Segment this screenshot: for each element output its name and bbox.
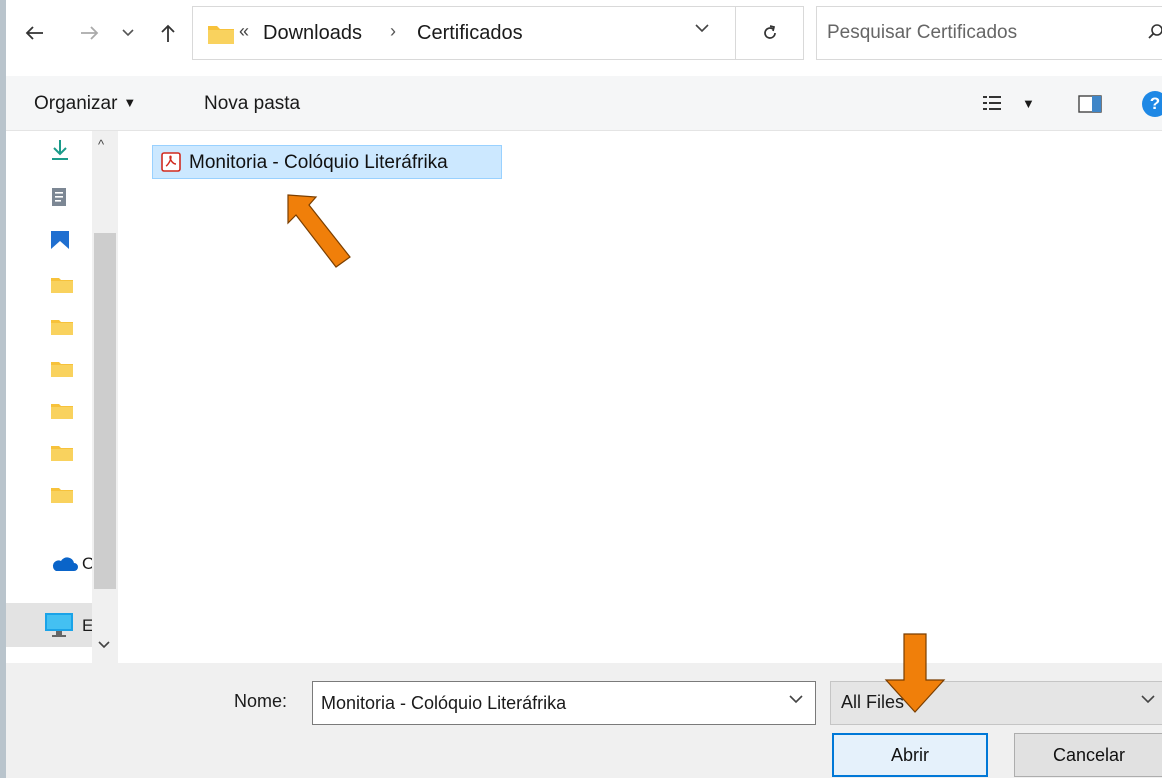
chevron-down-icon[interactable] bbox=[789, 694, 803, 704]
scroll-down-icon[interactable] bbox=[98, 641, 110, 649]
up-button[interactable] bbox=[156, 16, 180, 50]
up-arrow-icon bbox=[161, 24, 175, 42]
search-placeholder: Pesquisar Certificados bbox=[827, 22, 1018, 43]
this-pc-icon[interactable] bbox=[44, 612, 74, 638]
onedrive-icon[interactable] bbox=[50, 555, 78, 573]
forward-arrow-icon bbox=[81, 26, 99, 40]
folder-icon[interactable] bbox=[50, 360, 74, 378]
downloads-icon[interactable] bbox=[50, 139, 70, 161]
file-item-selected[interactable]: Monitoria - Colóquio Literáfrika bbox=[152, 145, 502, 179]
pdf-file-icon bbox=[161, 152, 181, 172]
breadcrumb-downloads[interactable]: Downloads bbox=[263, 22, 362, 45]
folder-icon[interactable] bbox=[50, 276, 74, 294]
file-name: Monitoria - Colóquio Literáfrika bbox=[189, 152, 448, 173]
folder-icon[interactable] bbox=[50, 318, 74, 336]
folder-icon bbox=[208, 26, 234, 44]
command-bar: Organizar ▼ Nova pasta ▼ ? bbox=[6, 76, 1162, 131]
caret-down-icon: ▼ bbox=[123, 95, 137, 110]
file-name-input[interactable]: Monitoria - Colóquio Literáfrika bbox=[312, 681, 816, 725]
folder-icon[interactable] bbox=[50, 444, 74, 462]
new-folder-button[interactable]: Nova pasta bbox=[204, 93, 300, 115]
pictures-icon[interactable] bbox=[50, 230, 70, 250]
refresh-button[interactable] bbox=[736, 6, 804, 60]
address-row: « Downloads › Certificados Pesquisar Cer… bbox=[6, 0, 1162, 70]
documents-icon[interactable] bbox=[50, 187, 68, 207]
nav-scrollbar[interactable]: ^ bbox=[92, 131, 118, 663]
address-bar[interactable]: « Downloads › Certificados bbox=[192, 6, 736, 60]
organize-button[interactable]: Organizar ▼ bbox=[34, 93, 136, 115]
folder-icon[interactable] bbox=[50, 486, 74, 504]
back-arrow-icon bbox=[25, 26, 43, 40]
dialog-footer: Nome: Monitoria - Colóquio Literáfrika A… bbox=[6, 663, 1162, 778]
navigation-pane[interactable]: O E ^ bbox=[6, 131, 118, 663]
scroll-up-icon[interactable]: ^ bbox=[98, 137, 104, 152]
refresh-icon bbox=[763, 25, 776, 39]
help-icon[interactable]: ? bbox=[1142, 91, 1162, 117]
file-list[interactable]: Monitoria - Colóquio Literáfrika bbox=[124, 131, 1162, 663]
preview-pane-icon[interactable] bbox=[1078, 94, 1102, 114]
recent-locations-button[interactable] bbox=[118, 16, 138, 50]
forward-button[interactable] bbox=[76, 16, 104, 50]
open-button[interactable]: Abrir bbox=[832, 733, 988, 777]
chevron-down-icon bbox=[122, 29, 134, 37]
breadcrumb-separator[interactable]: › bbox=[390, 21, 396, 42]
file-name-label: Nome: bbox=[234, 691, 288, 711]
organize-label: Organizar bbox=[34, 93, 118, 114]
chevron-down-icon[interactable] bbox=[695, 23, 709, 33]
file-name-value: Monitoria - Colóquio Literáfrika bbox=[321, 693, 567, 713]
view-dropdown-icon[interactable]: ▼ bbox=[1022, 96, 1035, 111]
folder-icon[interactable] bbox=[50, 402, 74, 420]
chevron-down-icon[interactable] bbox=[1141, 694, 1155, 704]
cancel-button[interactable]: Cancelar bbox=[1014, 733, 1162, 777]
file-type-filter[interactable]: All Files bbox=[830, 681, 1162, 725]
annotation-arrow-icon bbox=[287, 194, 351, 268]
breadcrumb-overflow[interactable]: « bbox=[239, 21, 249, 42]
breadcrumb-certificados[interactable]: Certificados bbox=[417, 22, 523, 45]
scrollbar-thumb[interactable] bbox=[94, 233, 116, 589]
search-box[interactable]: Pesquisar Certificados bbox=[816, 6, 1162, 60]
annotation-arrow-icon bbox=[884, 633, 946, 713]
search-icon bbox=[1148, 24, 1162, 39]
back-button[interactable] bbox=[20, 16, 48, 50]
file-open-dialog: « Downloads › Certificados Pesquisar Cer… bbox=[6, 0, 1162, 778]
view-options-icon[interactable] bbox=[982, 94, 1004, 112]
